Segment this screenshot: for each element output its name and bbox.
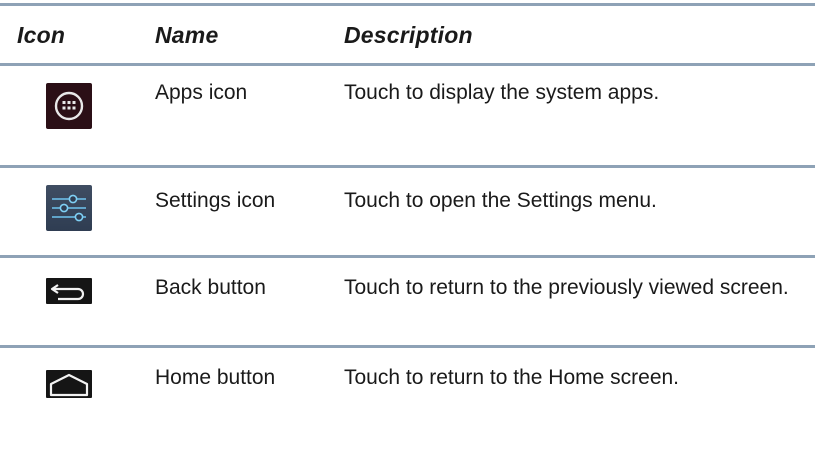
- home-icon-graphic: [49, 373, 89, 397]
- row-name: Settings icon: [155, 189, 276, 212]
- row-description: Touch to return to the previously viewed…: [344, 276, 789, 299]
- back-icon-graphic: [50, 284, 85, 301]
- home-icon: [46, 370, 92, 398]
- table-row: Back button Touch to return to the previ…: [0, 258, 815, 345]
- row-name: Home button: [155, 366, 276, 389]
- header-icon: Icon: [17, 22, 66, 48]
- settings-icon: [46, 185, 92, 231]
- table-row: Apps icon Touch to display the system ap…: [0, 66, 815, 165]
- table-header: Icon Name Description: [0, 4, 815, 62]
- back-icon: [46, 278, 92, 304]
- settings-icon-graphic: [52, 194, 86, 222]
- row-name: Apps icon: [155, 81, 248, 104]
- row-description: Touch to display the system apps.: [344, 81, 660, 104]
- row-name: Back button: [155, 276, 266, 299]
- row-description: Touch to return to the Home screen.: [344, 366, 680, 389]
- apps-icon: [46, 83, 92, 129]
- row-description: Touch to open the Settings menu.: [344, 189, 657, 212]
- table-row: Settings icon Touch to open the Settings…: [0, 168, 815, 255]
- apps-icon-graphic: [54, 91, 84, 121]
- header-description: Description: [344, 22, 473, 48]
- header-name: Name: [155, 22, 219, 48]
- table-row: Home button Touch to return to the Home …: [0, 348, 815, 448]
